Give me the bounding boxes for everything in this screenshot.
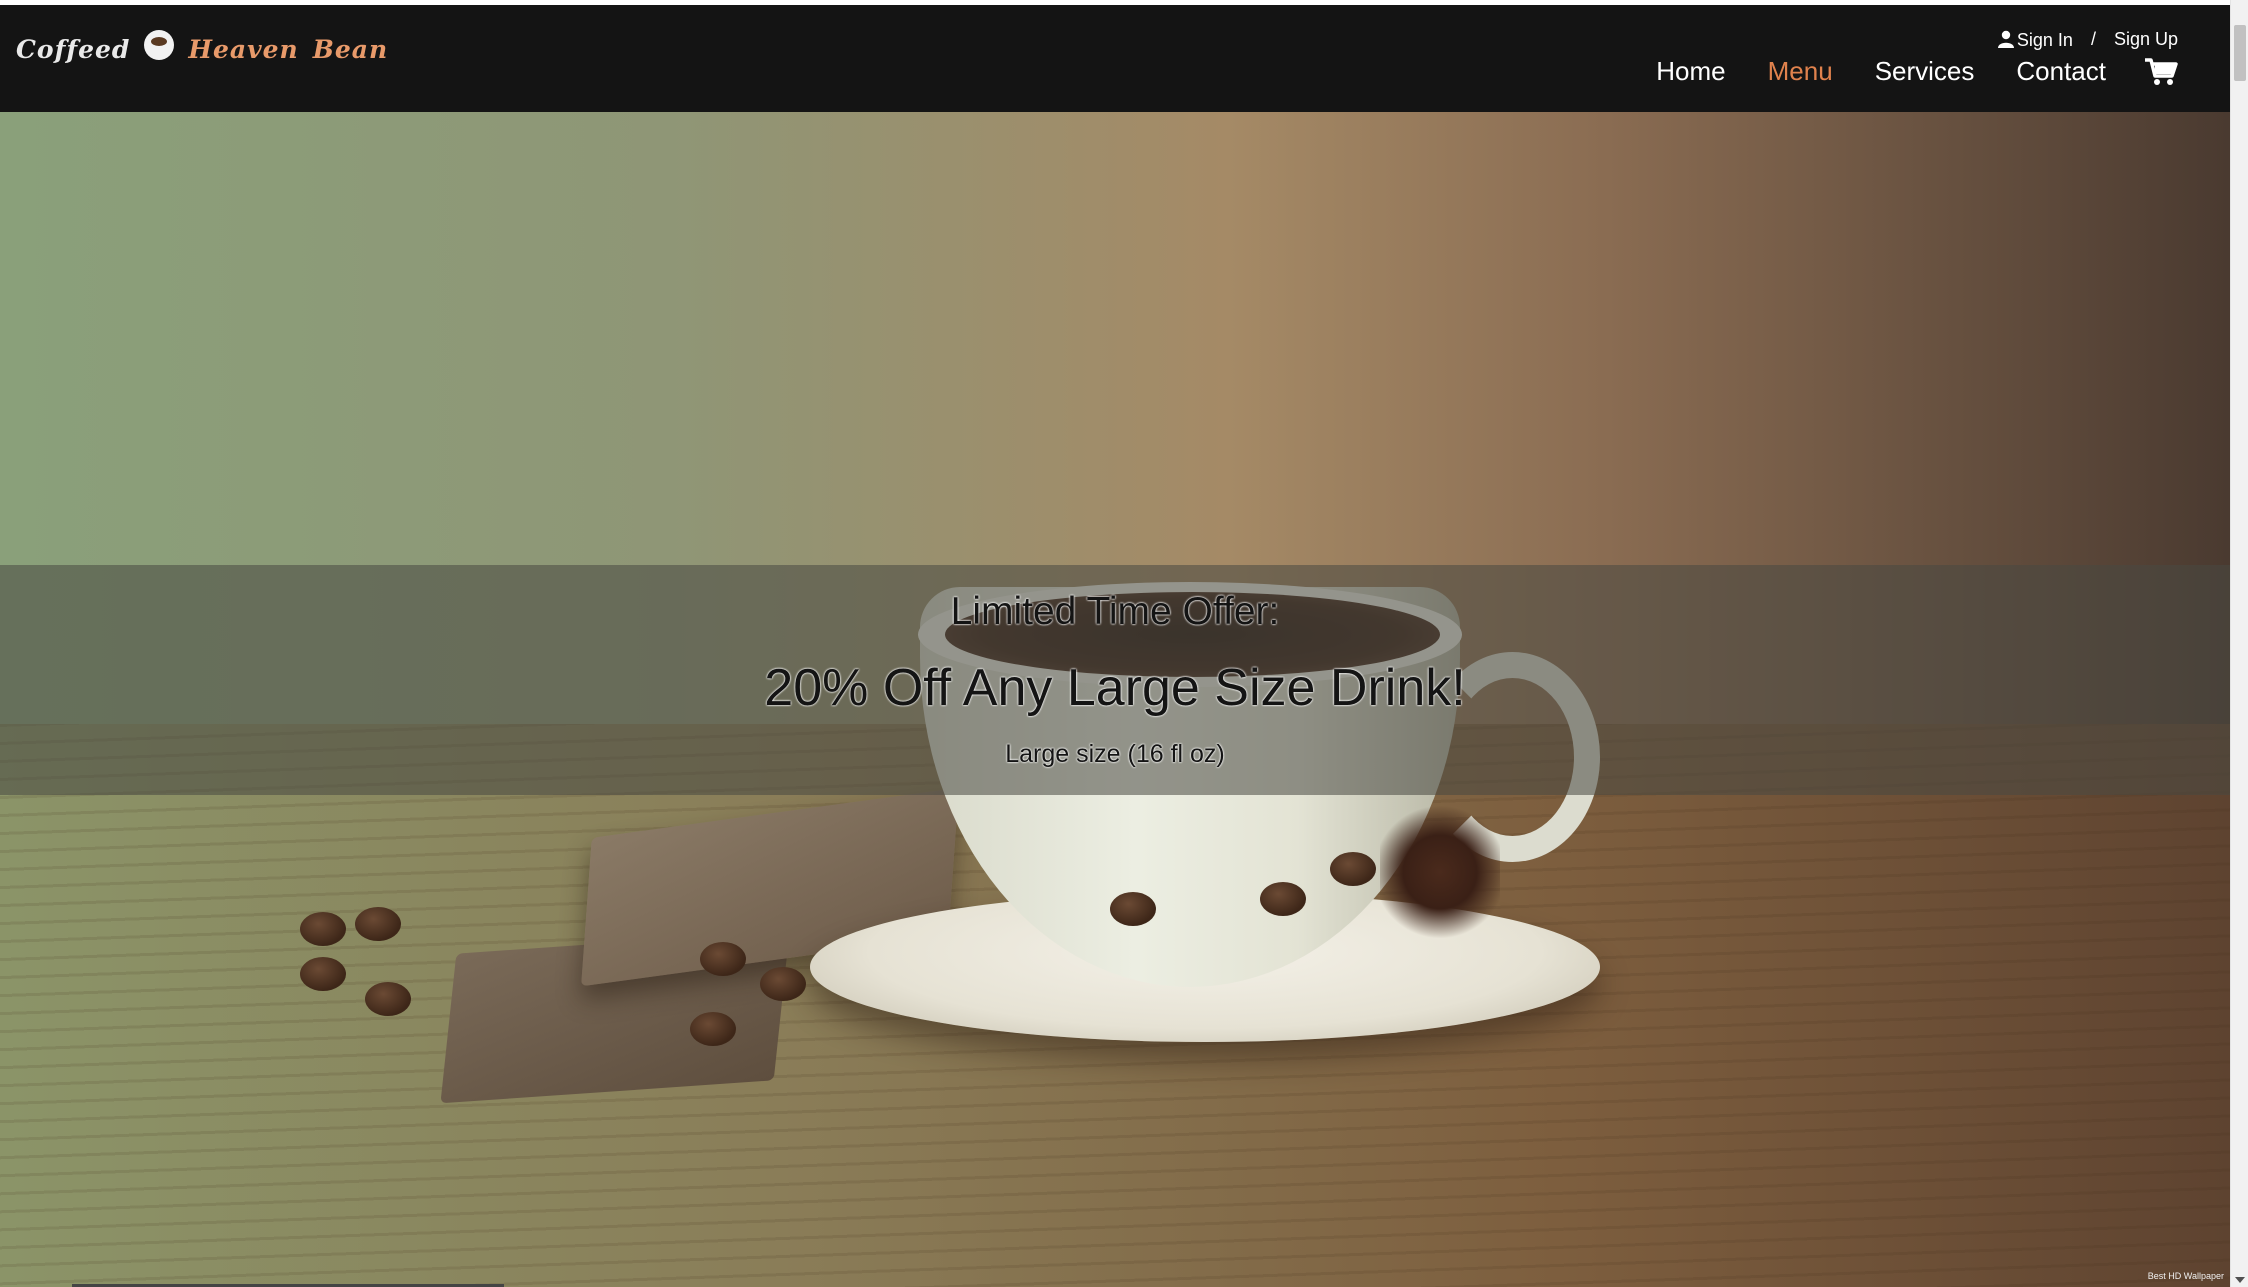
coffee-bean-image — [1330, 852, 1376, 886]
sign-in-label: Sign In — [2016, 30, 2073, 50]
scrollbar-thumb[interactable] — [2234, 25, 2246, 81]
sign-up-link[interactable]: Sign Up — [2114, 29, 2178, 50]
coffee-bean-image — [1110, 892, 1156, 926]
auth-separator: / — [2090, 29, 2096, 49]
offer-banner: Limited Time Offer: 20% Off Any Large Si… — [0, 565, 2230, 795]
auth-links: Sign In / Sign Up — [1997, 28, 2178, 51]
brand-word-3: Bean — [312, 34, 389, 64]
coffee-bean-image — [690, 1012, 736, 1046]
scroll-down-arrow-icon[interactable] — [2235, 1277, 2245, 1283]
coffee-bean-image — [365, 982, 411, 1016]
user-icon — [1997, 30, 2014, 48]
nav-item-services[interactable]: Services — [1875, 56, 1975, 87]
coffee-bean-image — [700, 942, 746, 976]
nav-item-home[interactable]: Home — [1656, 56, 1725, 87]
cart-icon[interactable] — [2144, 57, 2178, 87]
brand-logo[interactable]: Coffeed Heaven Bean — [16, 27, 388, 71]
navbar: Coffeed Heaven Bean Sign In / Sign Up Ho… — [0, 5, 2230, 112]
hero-section: Limited Time Offer: 20% Off Any Large Si… — [0, 112, 2230, 1287]
sign-in-link[interactable]: Sign In — [1997, 28, 2073, 51]
offer-headline: 20% Off Any Large Size Drink! — [764, 659, 1466, 717]
brand-word-1: Coffeed — [16, 34, 131, 64]
coffee-bean-image — [355, 907, 401, 941]
coffee-bean-image — [300, 957, 346, 991]
nav-item-menu[interactable]: Menu — [1768, 56, 1833, 87]
coffee-bean-image — [760, 967, 806, 1001]
coffee-bean-image — [1260, 882, 1306, 916]
main-nav: Home Menu Services Contact — [1656, 56, 2178, 87]
star-anise-image — [1380, 802, 1500, 942]
brand-word-2: Heaven — [188, 34, 299, 64]
offer-title: Limited Time Offer: — [950, 590, 1280, 633]
offer-note: Large size (16 fl oz) — [1005, 740, 1225, 768]
coffee-bean-image — [300, 912, 346, 946]
coffee-cup-icon — [144, 30, 175, 60]
page-scrollbar[interactable] — [2230, 0, 2248, 1287]
nav-item-contact[interactable]: Contact — [2016, 56, 2106, 87]
wallpaper-credit: Best HD Wallpaper — [2147, 1271, 2224, 1281]
